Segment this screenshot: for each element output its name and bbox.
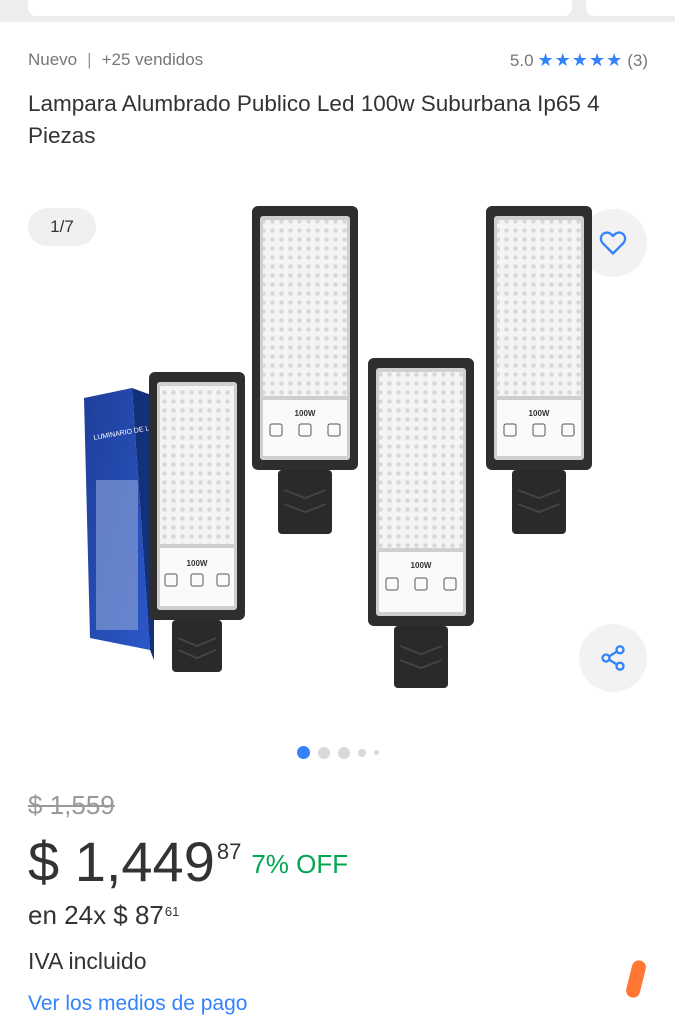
- rating-score: 5.0: [509, 50, 534, 70]
- condition-label: Nuevo: [28, 50, 78, 69]
- carousel-dot[interactable]: [337, 746, 350, 759]
- installments-amount: en 24x $ 87: [28, 900, 164, 930]
- product-image-gallery[interactable]: LUMINARIO DE LEDS PARA ALUMBRADO DE VIAL…: [70, 190, 610, 710]
- lamp-label-1: 100W: [187, 559, 208, 568]
- carousel-dot[interactable]: [373, 750, 379, 755]
- payment-methods-link[interactable]: Ver los medios de pago: [28, 992, 247, 1016]
- installments-info: en 24x $ 87 61: [28, 900, 179, 931]
- rating-count: (3): [627, 50, 648, 70]
- lamp-label-3: 100W: [411, 561, 432, 570]
- price-cents: 87: [216, 839, 242, 864]
- lamp-label-2: 100W: [295, 409, 316, 418]
- lamp-image-1: 100W: [149, 372, 245, 672]
- sales-info: Nuevo | +25 vendidos: [28, 50, 203, 70]
- current-price: $ 1,449 87 7% OFF: [28, 832, 348, 896]
- carousel-dots[interactable]: [0, 746, 675, 759]
- carousel-dot-active[interactable]: [296, 746, 310, 759]
- separator: |: [87, 50, 92, 69]
- carousel-dot[interactable]: [357, 748, 366, 757]
- product-title: Lampara Alumbrado Publico Led 100w Subur…: [28, 91, 600, 148]
- lamp-image-2: 100W: [252, 206, 358, 534]
- carousel-dot[interactable]: [317, 746, 330, 759]
- product-image: LUMINARIO DE LEDS PARA ALUMBRADO DE VIAL…: [84, 206, 592, 688]
- lamp-label-4: 100W: [529, 409, 550, 418]
- product-meta-row: Nuevo | +25 vendidos 5.0 ★★★★★ (3): [28, 48, 648, 74]
- top-search-area: [0, 0, 675, 22]
- lamp-image-4: 100W: [486, 206, 592, 534]
- tax-note: IVA incluido: [28, 948, 147, 974]
- floating-indicator[interactable]: [624, 958, 648, 1000]
- installments-cents: 61: [164, 904, 180, 919]
- price-amount: $ 1,449: [28, 830, 215, 893]
- top-action-box[interactable]: [586, 0, 675, 16]
- rating-summary[interactable]: 5.0 ★★★★★ (3): [510, 50, 648, 71]
- search-bar[interactable]: [28, 0, 572, 16]
- sold-count: +25 vendidos: [101, 50, 204, 69]
- discount-badge: 7% OFF: [251, 849, 349, 879]
- rating-stars-icon: ★★★★★: [537, 50, 624, 70]
- original-price: $ 1,559: [28, 790, 115, 820]
- lamp-image-3: 100W: [368, 358, 474, 688]
